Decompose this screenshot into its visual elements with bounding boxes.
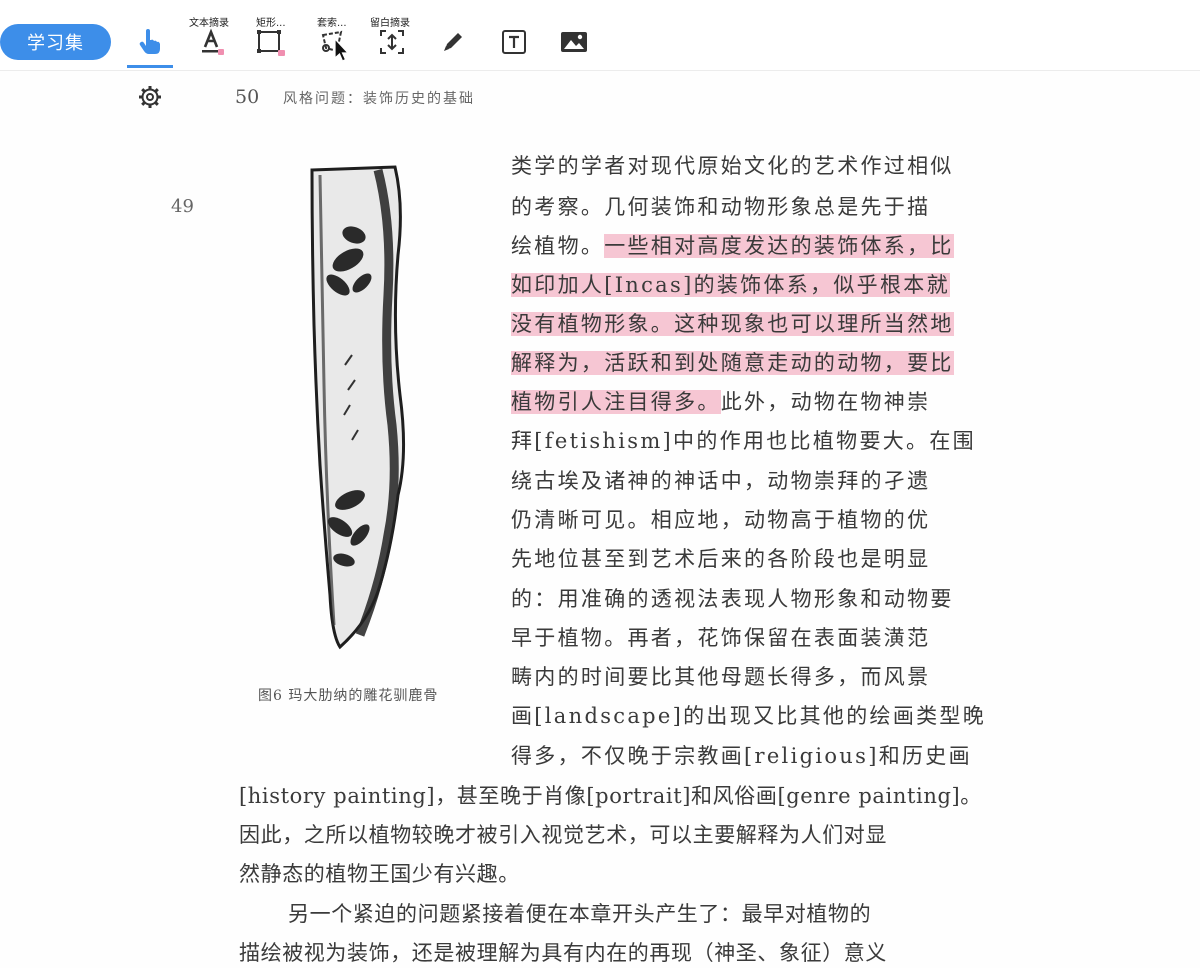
text-line: 画[landscape]的出现又比其他的绘画类型晚	[511, 704, 987, 728]
mouse-cursor-icon	[334, 38, 350, 62]
text-line: 因此，之所以植物较晚才被引入视觉艺术，可以主要解释为人们对显	[239, 823, 887, 847]
highlighted-text[interactable]: 解释为，活跃和到处随意走动的动物，要比	[511, 351, 954, 375]
text-segment: 绘植物。	[511, 234, 605, 258]
text-line: 另一个紧迫的问题紧接着便在本章开头产生了：最早对植物的	[288, 902, 872, 926]
text-segment: 此外，动物在物神崇	[720, 390, 931, 414]
margin-excerpt-button[interactable]	[372, 24, 412, 60]
text-line: 得多，不仅晚于宗教画[religious]和历史画	[511, 744, 972, 768]
text-line: 如印加人[Incas]的装饰体系，似乎根本就	[511, 270, 950, 300]
expand-margin-icon	[380, 30, 404, 54]
image-icon	[561, 32, 587, 52]
text-line: [history painting]，甚至晚于肖像[portrait]和风俗画[…	[239, 784, 982, 808]
margin-page-number: 49	[171, 196, 194, 217]
text-line: 的考察。几何装饰和动物形象总是先于描	[511, 195, 931, 219]
highlighted-text[interactable]: 一些相对高度发达的装饰体系，比	[604, 234, 954, 258]
image-tool-button[interactable]	[554, 24, 594, 60]
pen-tool-button[interactable]	[433, 24, 473, 60]
hand-tool-button[interactable]	[130, 24, 170, 60]
text-line: 仍清晰可见。相应地，动物高于植物的优	[511, 508, 931, 532]
text-line: 解释为，活跃和到处随意走动的动物，要比	[511, 348, 954, 378]
text-line: 类学的学者对现代原始文化的艺术作过相似	[511, 154, 954, 178]
text-line: 早于植物。再者，花饰保留在表面装潢范	[511, 626, 931, 650]
highlighted-text[interactable]: 没有植物形象。这种现象也可以理所当然地	[511, 312, 954, 336]
active-tool-indicator	[127, 65, 173, 68]
text-line: 植物引人注目得多。此外，动物在物神崇	[511, 387, 930, 417]
text-line: 的：用准确的透视法表现人物形象和动物要	[511, 587, 954, 611]
text-excerpt-button[interactable]	[191, 24, 231, 60]
text-line: 然静态的植物王国少有兴趣。	[239, 862, 520, 886]
hand-pointer-icon	[139, 29, 160, 54]
toolbar: 学习集 文本摘录 矩形... 套索... 留白摘录	[0, 0, 1200, 71]
rect-excerpt-button[interactable]	[250, 24, 290, 60]
text-line: 绘植物。一些相对高度发达的装饰体系，比	[511, 231, 954, 261]
text-line: 没有植物形象。这种现象也可以理所当然地	[511, 309, 954, 339]
text-line: 绕古埃及诸神的神话中，动物崇拜的孑遗	[511, 469, 931, 493]
highlighted-text[interactable]: 植物引人注目得多。	[511, 390, 721, 414]
text-box-icon	[502, 30, 526, 54]
page-number: 50	[235, 86, 260, 108]
highlighted-text[interactable]: 如印加人[Incas]的装饰体系，似乎根本就	[511, 273, 950, 297]
rectangle-select-icon	[257, 30, 285, 56]
text-line: 畴内的时间要比其他母题长得多，而风景	[511, 665, 931, 689]
running-head: 风格问题：装饰历史的基础	[283, 91, 475, 107]
figure-caption: 图6 玛大肋纳的雕花驯鹿骨	[258, 688, 439, 704]
text-line: 先地位甚至到艺术后来的各阶段也是明显	[511, 547, 931, 571]
carved-bone-figure	[310, 165, 406, 650]
study-set-button[interactable]: 学习集	[0, 24, 111, 60]
settings-gear-icon[interactable]	[138, 85, 162, 109]
text-underline-icon	[202, 28, 224, 55]
text-line: 拜[fetishism]中的作用也比植物要大。在围	[511, 429, 976, 453]
pencil-icon	[444, 33, 462, 51]
text-box-tool-button[interactable]	[494, 24, 534, 60]
